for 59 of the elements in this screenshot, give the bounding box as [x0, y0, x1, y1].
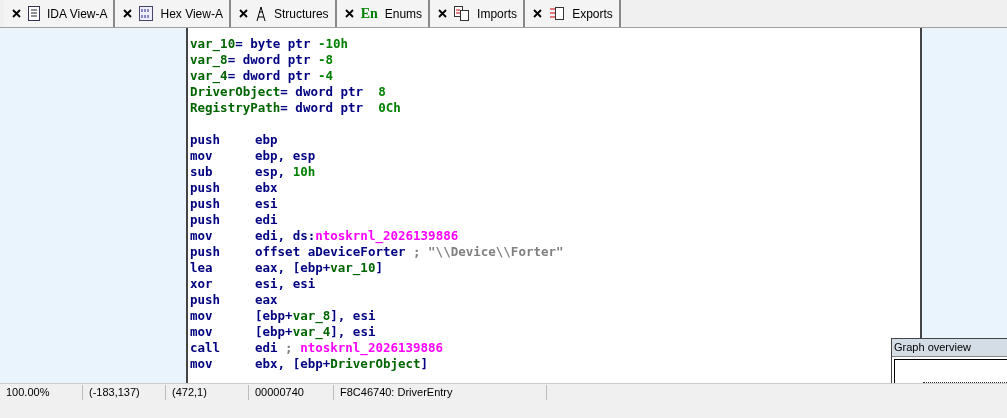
mnemonic: push — [190, 292, 222, 308]
mnemonic: push — [190, 212, 222, 228]
tab[interactable]: Imports — [430, 0, 526, 27]
operands: edi ; ntoskrnl_2026139886 — [255, 340, 444, 355]
operands: esp, 10h — [255, 164, 316, 179]
tab[interactable]: Hex View-A — [115, 0, 231, 27]
enum-icon: En — [360, 5, 378, 22]
operands: ebx — [255, 180, 278, 195]
document-arrows-icon — [549, 6, 566, 21]
tab[interactable]: IDA View-A — [4, 0, 116, 27]
operands: eax, [ebp+var_10] — [255, 260, 383, 275]
code-line: var_4= dword ptr -4 — [190, 68, 334, 84]
mnemonic: mov — [190, 228, 214, 244]
operands: eax — [255, 292, 278, 307]
operands: esi — [255, 196, 278, 211]
operands: [ebp+var_8], esi — [255, 308, 376, 323]
code-line: var_10= byte ptr -10h — [190, 36, 350, 52]
status-text: (472,1) — [166, 385, 249, 400]
operands: edi — [255, 212, 278, 227]
code-line: DriverObject= dword ptr 8 — [190, 84, 387, 100]
close-icon[interactable] — [438, 9, 448, 18]
status-text: F8C46740: DriverEntry — [334, 385, 547, 400]
close-icon[interactable] — [533, 9, 543, 18]
mnemonic: push — [190, 196, 222, 212]
mnemonic: sub — [190, 164, 214, 180]
window-title: Graph overview — [892, 339, 1007, 357]
close-icon[interactable] — [12, 9, 21, 18]
tab[interactable]: Structures — [230, 0, 337, 27]
operands: edi, ds:ntoskrnl_2026139886 — [255, 228, 459, 243]
mnemonic: lea — [190, 260, 214, 276]
code-line: RegistryPath= dword ptr 0Ch — [190, 100, 402, 116]
mnemonic: mov — [190, 148, 214, 164]
status-text: 100.00% — [0, 385, 83, 400]
mnemonic: push — [190, 180, 222, 196]
operands: offset aDeviceForter ; "\\Device\\Forter" — [255, 244, 564, 259]
binary-grid-icon — [139, 6, 154, 21]
mnemonic: mov — [190, 308, 214, 324]
operands: ebp, esp — [255, 148, 316, 163]
mnemonic: mov — [190, 324, 214, 340]
mnemonic: call — [190, 340, 222, 356]
operands: esi, esi — [255, 276, 316, 291]
tab[interactable]: En Enums — [336, 0, 431, 27]
mnemonic: xor — [190, 276, 214, 292]
mnemonic: push — [190, 132, 222, 148]
mnemonic: push — [190, 244, 222, 260]
operands: [ebp+var_4], esi — [255, 324, 376, 339]
operands: ebp — [255, 132, 278, 147]
mnemonic: mov — [190, 356, 214, 372]
code-line: var_8= dword ptr -8 — [190, 52, 334, 68]
close-icon[interactable] — [123, 9, 133, 18]
document-icon — [28, 6, 40, 21]
tower-icon — [254, 5, 267, 22]
documents-icon — [454, 6, 471, 21]
status-text: (-183,137) — [83, 385, 166, 400]
close-icon[interactable] — [344, 9, 354, 18]
tab[interactable]: Exports — [525, 0, 621, 27]
status-text: 00000740 — [249, 385, 334, 400]
operands: ebx, [ebp+DriverObject] — [255, 356, 429, 371]
close-icon[interactable] — [238, 9, 248, 18]
